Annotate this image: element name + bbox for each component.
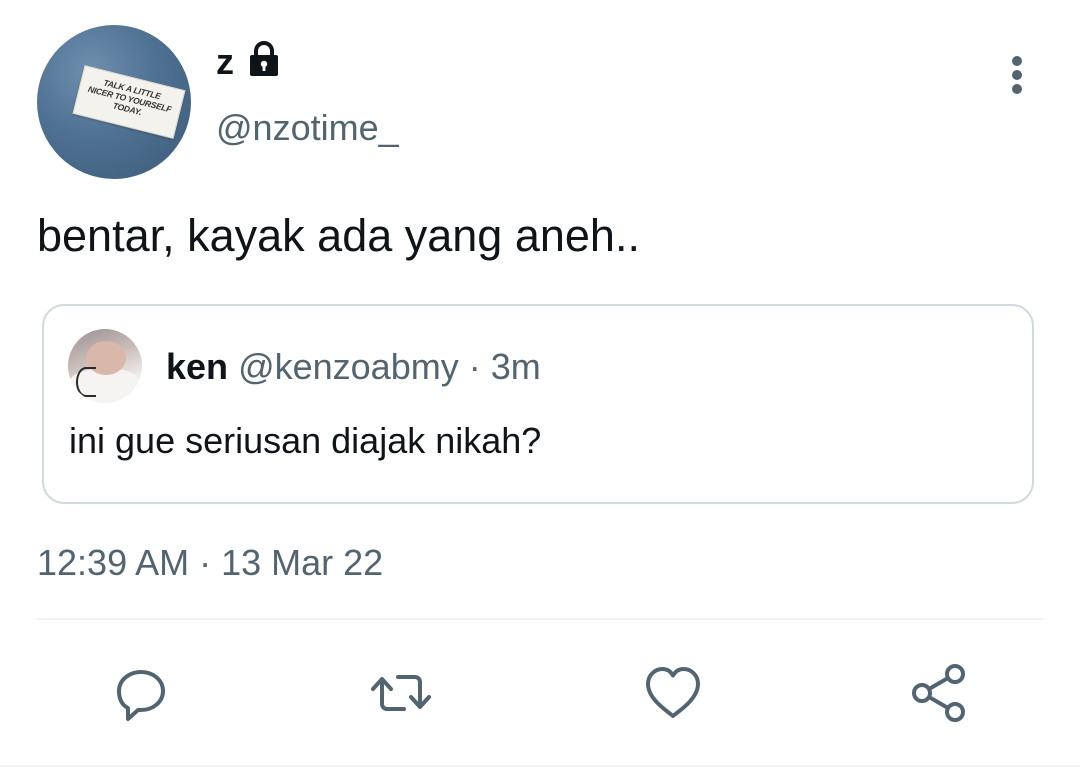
share-icon bbox=[912, 664, 965, 722]
quoted-author-name: ken bbox=[166, 346, 229, 387]
share-button[interactable] bbox=[906, 660, 972, 726]
quoted-tweet-text: ini gue seriusan diajak nikah? bbox=[69, 420, 542, 461]
author-display-name[interactable]: z bbox=[216, 40, 234, 84]
quoted-tweet-time: 3m bbox=[490, 346, 541, 387]
retweet-icon bbox=[371, 675, 431, 711]
lock-icon bbox=[250, 41, 278, 76]
retweet-button[interactable] bbox=[368, 660, 434, 726]
tweet-text: bentar, kayak ada yang aneh.. bbox=[37, 210, 640, 261]
author-avatar[interactable]: TALK A LITTLE NICER TO YOURSELF TODAY. bbox=[37, 25, 191, 179]
quoted-tweet-card[interactable] bbox=[42, 304, 1034, 504]
like-icon bbox=[646, 667, 700, 718]
tweet-timestamp[interactable]: 12:39 AM · 13 Mar 22 bbox=[37, 540, 383, 586]
reply-button[interactable] bbox=[108, 660, 174, 726]
avatar-tag-label: TALK A LITTLE NICER TO YOURSELF TODAY. bbox=[72, 65, 186, 139]
reply-icon bbox=[117, 670, 165, 721]
quoted-author-handle: @kenzoabmy bbox=[238, 346, 459, 387]
quoted-separator: · bbox=[468, 346, 481, 387]
bottom-divider bbox=[0, 765, 1080, 767]
like-button[interactable] bbox=[640, 660, 706, 726]
quoted-tweet-header: ken @kenzoabmy · 3m bbox=[166, 344, 541, 390]
divider bbox=[37, 618, 1043, 620]
more-options-icon[interactable] bbox=[1000, 52, 1034, 98]
author-handle[interactable]: @nzotime_ bbox=[216, 106, 399, 150]
quoted-author-avatar[interactable] bbox=[68, 329, 142, 403]
avatar-earphone-cord bbox=[76, 367, 96, 397]
